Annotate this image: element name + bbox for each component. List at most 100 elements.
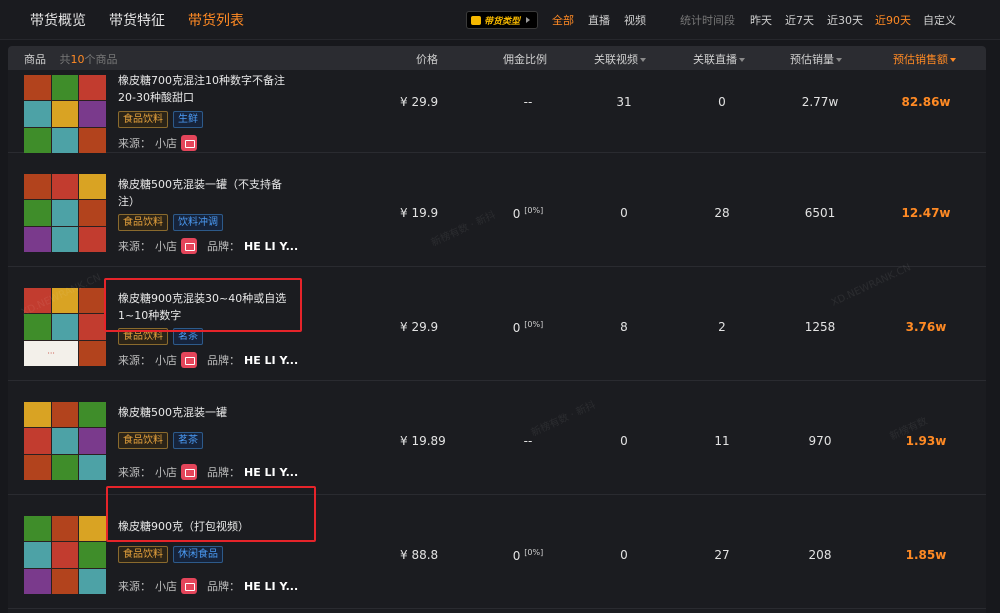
shop-icon <box>181 352 197 368</box>
price: ¥ 29.9 <box>400 320 439 334</box>
type-dropdown[interactable]: 带货类型 <box>466 11 538 29</box>
commission: -- <box>498 95 558 109</box>
price: ¥ 19.89 <box>400 434 446 448</box>
brand-value[interactable]: HE LI Y... <box>244 240 298 253</box>
table-row[interactable]: 橡皮糖700克混注10种数字不备注20-30种酸甜口 食品饮料 生鲜 来源： 小… <box>8 70 986 153</box>
source-value: 小店 <box>155 137 177 150</box>
filter-video[interactable]: 视频 <box>624 12 646 28</box>
source-value: 小店 <box>155 240 177 253</box>
subcategory-tag: 休闲食品 <box>173 546 223 563</box>
tab-features[interactable]: 带货特征 <box>109 10 165 30</box>
commission-pct: [0%] <box>524 206 544 215</box>
sort-down-icon <box>950 58 956 62</box>
source-label: 来源： <box>118 240 151 253</box>
filter-live[interactable]: 直播 <box>588 12 610 28</box>
caret-right-icon <box>526 17 531 23</box>
category-tag: 食品饮料 <box>118 111 168 128</box>
product-source: 来源： 小店 品牌： HE LI Y... <box>118 238 298 254</box>
product-thumbnail[interactable] <box>24 516 106 594</box>
product-title[interactable]: 橡皮糖700克混注10种数字不备注20-30种酸甜口 <box>118 72 298 106</box>
commission-value: -- <box>523 434 533 448</box>
subcategory-tag: 饮料冲调 <box>173 214 223 231</box>
related-lives: 2 <box>718 320 726 334</box>
product-thumbnail[interactable] <box>24 75 106 153</box>
table-body: 橡皮糖700克混注10种数字不备注20-30种酸甜口 食品饮料 生鲜 来源： 小… <box>8 70 986 613</box>
col-gmv-sort[interactable]: 预估销售额 <box>893 51 956 67</box>
estimated-sales: 2.77w <box>801 95 839 109</box>
table-row[interactable]: 橡皮糖500克混装一罐（不支持备注） 食品饮料 饮料冲调 来源： 小店 品牌： … <box>8 154 986 267</box>
col-commission: 佣金比例 <box>503 53 547 66</box>
product-source: 来源： 小店 品牌： HE LI Y... <box>118 578 298 594</box>
brand-value[interactable]: HE LI Y... <box>244 580 298 593</box>
filter-all[interactable]: 全部 <box>552 12 574 28</box>
commission-value: 0 <box>512 207 521 221</box>
table-row[interactable]: ··· 橡皮糖900克混装30~40种或自选1~10种数字 食品饮料 茗茶 来源… <box>8 268 986 381</box>
related-videos: 0 <box>620 434 628 448</box>
col-product: 商品 共10个商品 <box>24 51 118 67</box>
product-title[interactable]: 橡皮糖500克混装一罐（不支持备注） <box>118 176 298 210</box>
brand-value[interactable]: HE LI Y... <box>244 354 298 367</box>
related-videos: 31 <box>616 95 632 109</box>
product-thumbnail[interactable] <box>24 174 106 252</box>
filter-7d[interactable]: 近7天 <box>785 12 814 28</box>
source-label: 来源： <box>118 580 151 593</box>
product-tags: 食品饮料 休闲食品 <box>118 546 223 563</box>
source-label: 来源： <box>118 354 151 367</box>
commission-value: 0 <box>512 549 521 563</box>
top-bar: 带货概览 带货特征 带货列表 带货类型 全部 直播 视频 统计时间段 昨天 近7… <box>0 0 1000 40</box>
related-lives: 0 <box>718 95 726 109</box>
col-sales-sort[interactable]: 预估销量 <box>790 51 842 67</box>
highlight-box <box>106 486 316 542</box>
commission: 0 [0%] <box>498 206 558 221</box>
estimated-sales: 208 <box>808 548 832 562</box>
product-source: 来源： 小店 <box>118 135 197 151</box>
related-lives: 11 <box>714 434 730 448</box>
related-lives: 28 <box>714 206 730 220</box>
estimated-gmv: 1.85w <box>905 548 947 562</box>
sort-down-icon <box>836 58 842 62</box>
product-thumbnail[interactable] <box>24 402 106 480</box>
product-source: 来源： 小店 品牌： HE LI Y... <box>118 352 298 368</box>
col-lives-sort[interactable]: 关联直播 <box>693 51 745 67</box>
product-tags: 食品饮料 茗茶 <box>118 432 203 449</box>
category-tag: 食品饮料 <box>118 546 168 563</box>
type-dropdown-label: 带货类型 <box>484 16 521 27</box>
source-value: 小店 <box>155 354 177 367</box>
table-row[interactable]: 橡皮糖900克（打包视频） 食品饮料 休闲食品 来源： 小店 品牌： HE LI… <box>8 486 986 609</box>
col-sales-label: 预估销量 <box>790 53 834 66</box>
col-price: 价格 <box>416 53 438 66</box>
price: ¥ 19.9 <box>400 206 439 220</box>
product-source: 来源： 小店 品牌： HE LI Y... <box>118 464 298 480</box>
product-title[interactable]: 橡皮糖500克混装一罐 <box>118 404 298 421</box>
filter-yesterday[interactable]: 昨天 <box>750 12 772 28</box>
sort-down-icon <box>739 58 745 62</box>
category-tag: 食品饮料 <box>118 432 168 449</box>
subcategory-tag: 茗茶 <box>173 432 203 449</box>
col-lives-label: 关联直播 <box>693 53 737 66</box>
filter-custom[interactable]: 自定义 <box>923 12 956 28</box>
estimated-sales: 1258 <box>804 320 836 334</box>
count-suffix: 个商品 <box>84 53 118 66</box>
price: ¥ 29.9 <box>400 95 439 109</box>
tab-overview[interactable]: 带货概览 <box>30 10 86 30</box>
commission: 0 [0%] <box>498 320 558 335</box>
related-lives: 27 <box>714 548 730 562</box>
time-range-label: 统计时间段 <box>680 14 735 27</box>
filter-90d[interactable]: 近90天 <box>875 12 911 28</box>
brand-label: 品牌： <box>207 240 240 253</box>
estimated-gmv: 12.47w <box>901 206 951 220</box>
col-product-label: 商品 <box>24 53 46 66</box>
col-videos-label: 关联视频 <box>594 53 638 66</box>
table-header: 商品 共10个商品 价格 佣金比例 关联视频 关联直播 预估销量 预估销售额 <box>8 46 986 70</box>
brand-value[interactable]: HE LI Y... <box>244 466 298 479</box>
commission-value: -- <box>523 95 533 109</box>
commission-value: 0 <box>512 321 521 335</box>
estimated-gmv: 82.86w <box>901 95 951 109</box>
subcategory-tag: 生鲜 <box>173 111 203 128</box>
related-videos: 0 <box>620 206 628 220</box>
col-videos-sort[interactable]: 关联视频 <box>594 51 646 67</box>
table-row[interactable]: 橡皮糖500克混装一罐 食品饮料 茗茶 来源： 小店 品牌： HE LI Y..… <box>8 382 986 495</box>
source-label: 来源： <box>118 137 151 150</box>
filter-30d[interactable]: 近30天 <box>827 12 863 28</box>
tab-list[interactable]: 带货列表 <box>188 10 244 30</box>
